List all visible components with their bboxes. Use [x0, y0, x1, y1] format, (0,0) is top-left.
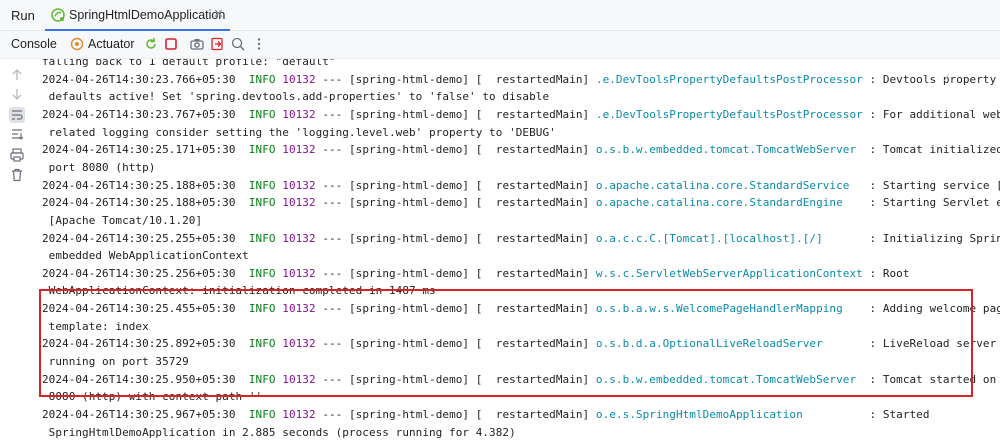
console-line: 2024-04-26T14:30:25.188+05:30 INFO 10132…	[42, 177, 1000, 194]
log-timestamp: 2024-04-26T14:30:25.188+05:30	[42, 178, 236, 192]
run-tool-window-header: Run SpringHtmlDemoApplication ✕	[0, 0, 1000, 31]
log-message: : For additional web	[862, 107, 1000, 121]
actuator-tab[interactable]: Actuator	[88, 37, 135, 51]
console-line: SpringHtmlDemoApplication in 2.885 secon…	[42, 424, 516, 441]
scroll-indicator-icon: ⁄	[946, 72, 948, 84]
log-pid: 10132	[282, 143, 316, 157]
arrow-down-icon[interactable]	[9, 86, 25, 102]
log-thread: --- [spring-html-demo] [ restartedMain]	[315, 72, 596, 86]
console-line: 2024-04-26T14:30:23.767+05:30 INFO 10132…	[42, 106, 1000, 123]
log-continuation-text: related logging consider setting the 'lo…	[42, 125, 556, 139]
log-message: : Tomcat initialized with	[869, 143, 1000, 157]
log-level: INFO	[248, 196, 276, 210]
log-pid: 10132	[282, 266, 316, 280]
actuator-icon	[70, 37, 84, 56]
console-line: embedded WebApplicationContext	[42, 247, 249, 264]
highlight-annotation-box	[39, 289, 973, 397]
log-continuation-text: falling back to 1 default profile: "defa…	[42, 59, 336, 68]
scroll-to-end-icon[interactable]	[9, 127, 25, 143]
trash-icon[interactable]	[9, 167, 25, 183]
console-line: 2024-04-26T14:30:23.766+05:30 INFO 10132…	[42, 71, 996, 88]
console-toolbar: Console Actuator	[0, 31, 1000, 59]
log-timestamp: 2024-04-26T14:30:25.256+05:30	[42, 266, 236, 280]
tab-spring-html-demo-application[interactable]: SpringHtmlDemoApplication ✕	[45, 0, 230, 31]
log-timestamp: 2024-04-26T14:30:25.188+05:30	[42, 196, 236, 210]
log-timestamp: 2024-04-26T14:30:25.967+05:30	[42, 408, 236, 421]
arrow-up-icon[interactable]	[9, 67, 25, 83]
log-continuation-text: SpringHtmlDemoApplication in 2.885 secon…	[42, 425, 516, 439]
log-level: INFO	[248, 266, 276, 280]
log-level: INFO	[248, 178, 276, 192]
print-icon[interactable]	[9, 147, 25, 163]
log-pid: 10132	[282, 408, 316, 421]
log-timestamp: 2024-04-26T14:30:25.171+05:30	[42, 143, 236, 157]
log-logger: w.s.c.ServletWebServerApplicationContext	[595, 266, 863, 280]
log-pid: 10132	[282, 107, 316, 121]
soft-wrap-icon[interactable]	[9, 107, 25, 123]
run-panel-title: Run	[11, 8, 35, 23]
log-logger: o.e.s.SpringHtmlDemoApplication	[595, 408, 803, 421]
log-logger: o.s.b.w.embedded.tomcat.TomcatWebServer	[595, 143, 857, 157]
console-line: 2024-04-26T14:30:25.171+05:30 INFO 10132…	[42, 141, 1000, 158]
console-line: 2024-04-26T14:30:25.967+05:30 INFO 10132…	[42, 406, 930, 423]
log-logger: o.apache.catalina.core.StandardEngine	[595, 196, 843, 210]
camera-icon[interactable]	[189, 36, 205, 52]
console-tab[interactable]: Console	[11, 37, 57, 51]
console-side-toolbar	[0, 59, 34, 447]
log-continuation-text: embedded WebApplicationContext	[42, 249, 249, 263]
log-continuation-text: [Apache Tomcat/10.1.20]	[42, 213, 203, 227]
console-line: falling back to 1 default profile: "defa…	[42, 59, 336, 70]
spring-run-icon	[51, 8, 65, 27]
log-logger: .e.DevToolsPropertyDefaultsPostProcessor	[595, 107, 863, 121]
log-continuation-text: defaults active! Set 'spring.devtools.ad…	[42, 90, 550, 104]
log-level: INFO	[248, 408, 276, 421]
more-options-icon[interactable]	[251, 36, 267, 52]
log-timestamp: 2024-04-26T14:30:23.767+05:30	[42, 107, 236, 121]
log-message: : Starting service [Tomcat]	[869, 178, 1000, 192]
console-line: 2024-04-26T14:30:25.255+05:30 INFO 10132…	[42, 230, 1000, 247]
log-level: INFO	[248, 143, 276, 157]
exit-icon[interactable]	[209, 36, 225, 52]
log-level: INFO	[248, 107, 276, 121]
log-pid: 10132	[282, 196, 316, 210]
log-thread: --- [spring-html-demo] [ restartedMain]	[315, 266, 596, 280]
log-thread: --- [spring-html-demo] [ restartedMain]	[315, 143, 596, 157]
log-timestamp: 2024-04-26T14:30:23.766+05:30	[42, 72, 236, 86]
log-message: : Started	[802, 408, 930, 421]
console-line: [Apache Tomcat/10.1.20]	[42, 212, 202, 229]
log-thread: --- [spring-html-demo] [ restartedMain]	[315, 196, 596, 210]
log-thread: --- [spring-html-demo] [ restartedMain]	[315, 107, 596, 121]
tab-label: SpringHtmlDemoApplication	[69, 8, 226, 22]
log-message: : Root	[862, 266, 910, 280]
log-pid: 10132	[282, 231, 316, 245]
console-line: 2024-04-26T14:30:25.188+05:30 INFO 10132…	[42, 194, 1000, 211]
log-thread: --- [spring-html-demo] [ restartedMain]	[315, 178, 596, 192]
log-logger: .e.DevToolsPropertyDefaultsPostProcessor	[595, 72, 863, 86]
log-level: INFO	[248, 231, 276, 245]
console-line: defaults active! Set 'spring.devtools.ad…	[42, 88, 549, 105]
log-thread: --- [spring-html-demo] [ restartedMain]	[315, 231, 596, 245]
close-icon[interactable]: ✕	[213, 6, 224, 22]
log-continuation-text: port 8080 (http)	[42, 160, 156, 174]
rerun-icon[interactable]	[143, 36, 159, 52]
log-pid: 10132	[282, 178, 316, 192]
log-timestamp: 2024-04-26T14:30:25.255+05:30	[42, 231, 236, 245]
log-message: : Initializing Spring	[822, 231, 1000, 245]
log-message: : Devtools property	[862, 72, 997, 86]
log-level: INFO	[248, 72, 276, 86]
log-logger: o.apache.catalina.core.StandardService	[595, 178, 850, 192]
log-pid: 10132	[282, 72, 316, 86]
log-message: : Starting Servlet engine:	[869, 196, 1000, 210]
console-line: 2024-04-26T14:30:25.256+05:30 INFO 10132…	[42, 265, 910, 282]
log-thread: --- [spring-html-demo] [ restartedMain]	[315, 408, 596, 421]
console-line: port 8080 (http)	[42, 159, 156, 176]
console-line: related logging consider setting the 'lo…	[42, 124, 556, 141]
search-icon[interactable]	[230, 36, 246, 52]
stop-icon[interactable]	[163, 36, 179, 52]
log-logger: o.a.c.c.C.[Tomcat].[localhost].[/]	[595, 231, 823, 245]
